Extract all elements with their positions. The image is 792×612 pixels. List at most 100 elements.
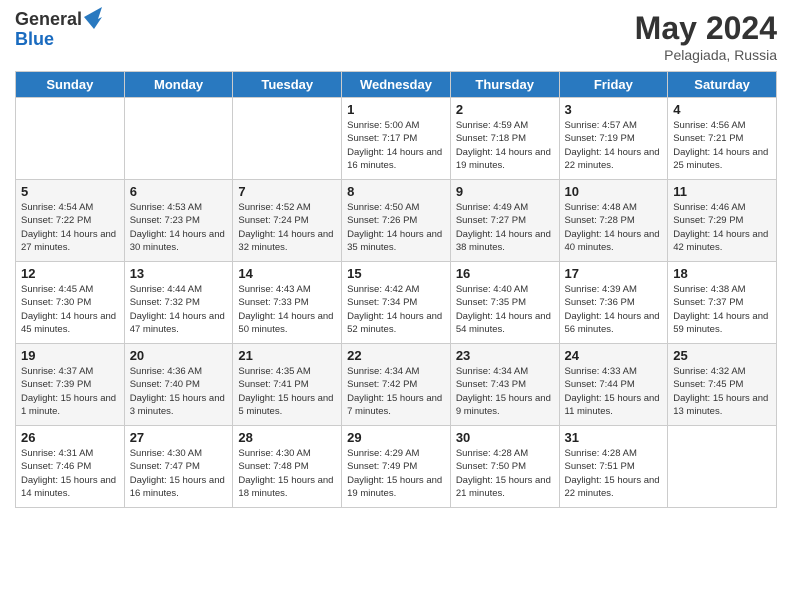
calendar: Sunday Monday Tuesday Wednesday Thursday… xyxy=(15,71,777,508)
cell-info: Sunrise: 4:42 AM Sunset: 7:34 PM Dayligh… xyxy=(347,283,445,336)
day-number: 9 xyxy=(456,184,554,199)
table-row: 24 Sunrise: 4:33 AM Sunset: 7:44 PM Dayli… xyxy=(559,344,668,426)
table-row: 21 Sunrise: 4:35 AM Sunset: 7:41 PM Dayli… xyxy=(233,344,342,426)
day-number: 24 xyxy=(565,348,663,363)
cell-info: Sunrise: 4:30 AM Sunset: 7:48 PM Dayligh… xyxy=(238,447,336,500)
day-number: 13 xyxy=(130,266,228,281)
table-row: 16Sunrise: 4:40 AM Sunset: 7:35 PM Dayli… xyxy=(450,262,559,344)
cell-info: Sunrise: 4:52 AM Sunset: 7:24 PM Dayligh… xyxy=(238,201,336,254)
table-row: 9 Sunrise: 4:49 AM Sunset: 7:27 PM Daylig… xyxy=(450,180,559,262)
header-wednesday: Wednesday xyxy=(342,72,451,98)
calendar-row: 19Sunrise: 4:37 AM Sunset: 7:39 PM Dayli… xyxy=(16,344,777,426)
logo-general: General xyxy=(15,10,82,30)
day-number: 14 xyxy=(238,266,336,281)
day-number: 25 xyxy=(673,348,771,363)
cell-info: Sunrise: 4:28 AM Sunset: 7:50 PM Dayligh… xyxy=(456,447,554,500)
cell-info: Sunrise: 4:45 AM Sunset: 7:30 PM Dayligh… xyxy=(21,283,119,336)
cell-info: Sunrise: 4:32 AM Sunset: 7:45 PM Dayligh… xyxy=(673,365,771,418)
day-number: 6 xyxy=(130,184,228,199)
table-row: 5 Sunrise: 4:54 AM Sunset: 7:22 PM Daylig… xyxy=(16,180,125,262)
day-number: 28 xyxy=(238,430,336,445)
calendar-row: 5 Sunrise: 4:54 AM Sunset: 7:22 PM Daylig… xyxy=(16,180,777,262)
day-number: 21 xyxy=(238,348,336,363)
header-friday: Friday xyxy=(559,72,668,98)
table-row: 25 Sunrise: 4:32 AM Sunset: 7:45 PM Dayli… xyxy=(668,344,777,426)
day-number: 30 xyxy=(456,430,554,445)
cell-info: Sunrise: 5:00 AM Sunset: 7:17 PM Dayligh… xyxy=(347,119,445,172)
cell-info: Sunrise: 4:29 AM Sunset: 7:49 PM Dayligh… xyxy=(347,447,445,500)
calendar-row: 1 Sunrise: 5:00 AM Sunset: 7:17 PM Daylig… xyxy=(16,98,777,180)
table-row: 27 Sunrise: 4:30 AM Sunset: 7:47 PM Dayli… xyxy=(124,426,233,508)
table-row: 2Sunrise: 4:59 AM Sunset: 7:18 PM Daylig… xyxy=(450,98,559,180)
header-tuesday: Tuesday xyxy=(233,72,342,98)
table-row: 12Sunrise: 4:45 AM Sunset: 7:30 PM Dayli… xyxy=(16,262,125,344)
cell-info: Sunrise: 4:35 AM Sunset: 7:41 PM Dayligh… xyxy=(238,365,336,418)
table-row: 20 Sunrise: 4:36 AM Sunset: 7:40 PM Dayli… xyxy=(124,344,233,426)
table-row: 6Sunrise: 4:53 AM Sunset: 7:23 PM Daylig… xyxy=(124,180,233,262)
table-row: 29Sunrise: 4:29 AM Sunset: 7:49 PM Dayli… xyxy=(342,426,451,508)
table-row: 14 Sunrise: 4:43 AM Sunset: 7:33 PM Dayli… xyxy=(233,262,342,344)
day-number: 26 xyxy=(21,430,119,445)
cell-info: Sunrise: 4:30 AM Sunset: 7:47 PM Dayligh… xyxy=(130,447,228,500)
cell-info: Sunrise: 4:28 AM Sunset: 7:51 PM Dayligh… xyxy=(565,447,663,500)
table-row: 26Sunrise: 4:31 AM Sunset: 7:46 PM Dayli… xyxy=(16,426,125,508)
day-number: 19 xyxy=(21,348,119,363)
day-number: 2 xyxy=(456,102,554,117)
header-thursday: Thursday xyxy=(450,72,559,98)
table-row: 10 Sunrise: 4:48 AM Sunset: 7:28 PM Dayli… xyxy=(559,180,668,262)
day-number: 31 xyxy=(565,430,663,445)
table-row: 18 Sunrise: 4:38 AM Sunset: 7:37 PM Dayli… xyxy=(668,262,777,344)
header-sunday: Sunday xyxy=(16,72,125,98)
day-number: 20 xyxy=(130,348,228,363)
table-row: 23Sunrise: 4:34 AM Sunset: 7:43 PM Dayli… xyxy=(450,344,559,426)
table-row: 8Sunrise: 4:50 AM Sunset: 7:26 PM Daylig… xyxy=(342,180,451,262)
cell-info: Sunrise: 4:46 AM Sunset: 7:29 PM Dayligh… xyxy=(673,201,771,254)
logo-text: General Blue xyxy=(15,10,102,50)
logo-bird-icon xyxy=(84,7,102,29)
cell-info: Sunrise: 4:40 AM Sunset: 7:35 PM Dayligh… xyxy=(456,283,554,336)
title-month: May 2024 xyxy=(635,10,777,47)
header: General Blue May 2024 Pelagiada, Russia xyxy=(15,10,777,63)
table-row: 19Sunrise: 4:37 AM Sunset: 7:39 PM Dayli… xyxy=(16,344,125,426)
table-row: 28 Sunrise: 4:30 AM Sunset: 7:48 PM Dayli… xyxy=(233,426,342,508)
title-block: May 2024 Pelagiada, Russia xyxy=(635,10,777,63)
table-row: 4Sunrise: 4:56 AM Sunset: 7:21 PM Daylig… xyxy=(668,98,777,180)
day-number: 18 xyxy=(673,266,771,281)
cell-info: Sunrise: 4:34 AM Sunset: 7:42 PM Dayligh… xyxy=(347,365,445,418)
table-row: 11 Sunrise: 4:46 AM Sunset: 7:29 PM Dayli… xyxy=(668,180,777,262)
cell-info: Sunrise: 4:36 AM Sunset: 7:40 PM Dayligh… xyxy=(130,365,228,418)
day-number: 10 xyxy=(565,184,663,199)
cell-info: Sunrise: 4:54 AM Sunset: 7:22 PM Dayligh… xyxy=(21,201,119,254)
header-saturday: Saturday xyxy=(668,72,777,98)
weekday-header-row: Sunday Monday Tuesday Wednesday Thursday… xyxy=(16,72,777,98)
table-row xyxy=(16,98,125,180)
page: General Blue May 2024 Pelagiada, Russia … xyxy=(0,0,792,612)
day-number: 15 xyxy=(347,266,445,281)
cell-info: Sunrise: 4:33 AM Sunset: 7:44 PM Dayligh… xyxy=(565,365,663,418)
day-number: 27 xyxy=(130,430,228,445)
day-number: 23 xyxy=(456,348,554,363)
table-row: 3 Sunrise: 4:57 AM Sunset: 7:19 PM Daylig… xyxy=(559,98,668,180)
day-number: 3 xyxy=(565,102,663,117)
cell-info: Sunrise: 4:43 AM Sunset: 7:33 PM Dayligh… xyxy=(238,283,336,336)
table-row: 31 Sunrise: 4:28 AM Sunset: 7:51 PM Dayli… xyxy=(559,426,668,508)
table-row: 13 Sunrise: 4:44 AM Sunset: 7:32 PM Dayli… xyxy=(124,262,233,344)
cell-info: Sunrise: 4:44 AM Sunset: 7:32 PM Dayligh… xyxy=(130,283,228,336)
cell-info: Sunrise: 4:57 AM Sunset: 7:19 PM Dayligh… xyxy=(565,119,663,172)
cell-info: Sunrise: 4:48 AM Sunset: 7:28 PM Dayligh… xyxy=(565,201,663,254)
cell-info: Sunrise: 4:49 AM Sunset: 7:27 PM Dayligh… xyxy=(456,201,554,254)
day-number: 11 xyxy=(673,184,771,199)
table-row: 22Sunrise: 4:34 AM Sunset: 7:42 PM Dayli… xyxy=(342,344,451,426)
table-row xyxy=(233,98,342,180)
day-number: 5 xyxy=(21,184,119,199)
cell-info: Sunrise: 4:38 AM Sunset: 7:37 PM Dayligh… xyxy=(673,283,771,336)
table-row: 30 Sunrise: 4:28 AM Sunset: 7:50 PM Dayli… xyxy=(450,426,559,508)
calendar-row: 26Sunrise: 4:31 AM Sunset: 7:46 PM Dayli… xyxy=(16,426,777,508)
day-number: 1 xyxy=(347,102,445,117)
calendar-row: 12Sunrise: 4:45 AM Sunset: 7:30 PM Dayli… xyxy=(16,262,777,344)
table-row: 1 Sunrise: 5:00 AM Sunset: 7:17 PM Daylig… xyxy=(342,98,451,180)
logo: General Blue xyxy=(15,10,102,50)
table-row: 7Sunrise: 4:52 AM Sunset: 7:24 PM Daylig… xyxy=(233,180,342,262)
cell-info: Sunrise: 4:39 AM Sunset: 7:36 PM Dayligh… xyxy=(565,283,663,336)
table-row xyxy=(124,98,233,180)
